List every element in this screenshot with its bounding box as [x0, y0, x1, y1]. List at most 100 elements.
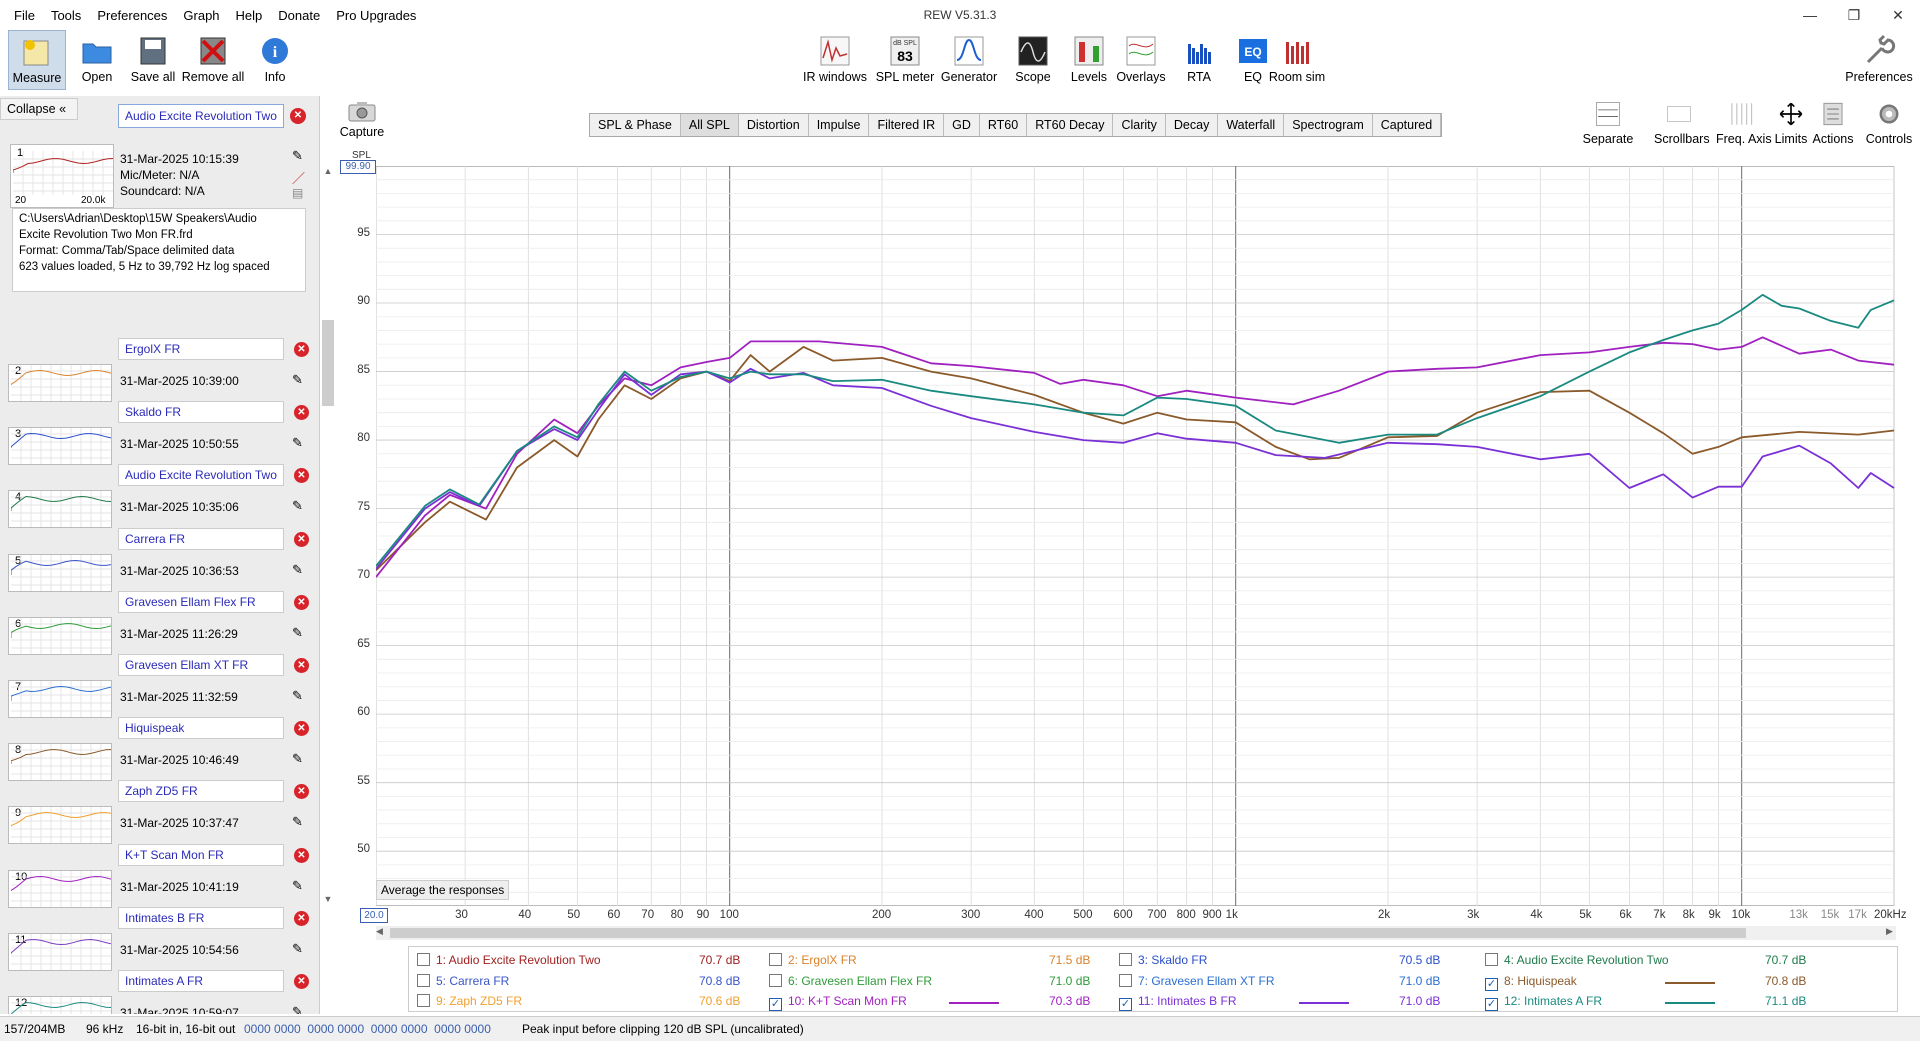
edit-icon[interactable]: ✎: [292, 625, 303, 641]
legend-entry[interactable]: 2: ErgolX FR 71.5 dB: [769, 953, 1125, 971]
horizontal-scroll-thumb[interactable]: [390, 928, 1746, 938]
legend-checkbox[interactable]: [1119, 974, 1132, 987]
legend-checkbox[interactable]: ✓: [1485, 998, 1498, 1011]
controls-button[interactable]: Controls: [1864, 100, 1914, 146]
measurement-name-field[interactable]: Zaph ZD5 FR: [118, 780, 284, 803]
tab-gd[interactable]: GD: [944, 114, 980, 136]
spl-meter-button[interactable]: dB SPL 83 SPL meter: [870, 30, 940, 90]
edit-icon[interactable]: ✎: [292, 148, 303, 164]
tab-filtered-ir[interactable]: Filtered IR: [869, 114, 945, 136]
measurement-name-field[interactable]: Intimates B FR: [118, 906, 284, 929]
legend-entry[interactable]: ✓ 11: Intimates B FR 71.0 dB: [1119, 994, 1475, 1011]
horizontal-scrollbar[interactable]: ◀ ▶: [376, 926, 1896, 940]
sidebar-scroll-thumb[interactable]: [322, 320, 334, 406]
average-responses-button[interactable]: Average the responses: [376, 880, 510, 900]
measurement-name-field[interactable]: Gravesen Ellam Flex FR: [118, 590, 284, 613]
measurement-card[interactable]: 4 Audio Excite Revolution Two ✕ ✎ 31-Mar-202…: [4, 464, 316, 529]
legend-entry[interactable]: ✓ 12: Intimates A FR 71.1 dB: [1485, 994, 1841, 1011]
legend-checkbox[interactable]: [1119, 953, 1132, 966]
close-button[interactable]: ✕: [1878, 4, 1918, 26]
measurement-name-field[interactable]: ErgolX FR: [118, 338, 284, 360]
rta-button[interactable]: RTA: [1170, 30, 1228, 90]
tab-rt60-decay[interactable]: RT60 Decay: [1027, 114, 1114, 136]
scroll-left-icon[interactable]: ◀: [376, 926, 383, 937]
room-sim-button[interactable]: Room sim: [1268, 30, 1326, 90]
save-all-button[interactable]: Save all: [124, 30, 182, 90]
scroll-down-icon[interactable]: ▼: [322, 894, 334, 906]
delete-measurement-icon[interactable]: ✕: [294, 658, 309, 673]
edit-icon[interactable]: ✎: [292, 498, 303, 514]
delete-measurement-icon[interactable]: ✕: [294, 531, 309, 547]
freq-axis-button[interactable]: Freq. Axis: [1716, 100, 1772, 146]
measurement-card[interactable]: 6 Gravesen Ellam Flex FR ✕ ✎ 31-Mar-2025 11:…: [4, 590, 316, 655]
generator-button[interactable]: Generator: [940, 30, 998, 90]
spl-chart[interactable]: [376, 166, 1896, 906]
legend-checkbox[interactable]: [417, 974, 430, 987]
ir-windows-button[interactable]: IR windows: [800, 30, 870, 90]
legend-entry[interactable]: ✓ 10: K+T Scan Mon FR 70.3 dB: [769, 994, 1125, 1011]
measurement-card[interactable]: 3 Skaldo FR ✕ ✎ 31-Mar-2025 10:50:55: [4, 401, 316, 466]
legend-checkbox[interactable]: ✓: [1485, 978, 1498, 991]
legend-entry[interactable]: 1: Audio Excite Revolution Two 70.7 dB: [417, 953, 773, 971]
measure-button[interactable]: Measure: [8, 30, 66, 90]
edit-icon[interactable]: ✎: [292, 814, 303, 830]
legend-checkbox[interactable]: [769, 974, 782, 987]
measurement-card[interactable]: 12Intimates A FR✕✎31-Mar-2025 10:59:07Mi…: [4, 970, 316, 1014]
open-button[interactable]: Open: [68, 30, 126, 90]
tab-impulse[interactable]: Impulse: [809, 114, 870, 136]
notes-icon[interactable]: ▤: [292, 186, 303, 200]
tab-rt60[interactable]: RT60: [980, 114, 1028, 136]
edit-icon[interactable]: ✎: [292, 562, 303, 578]
tab-spectrogram[interactable]: Spectrogram: [1284, 114, 1373, 136]
measurement-name-field[interactable]: Skaldo FR: [118, 401, 284, 424]
legend-entry[interactable]: ✓ 8: Hiquispeak 70.8 dB: [1485, 974, 1841, 992]
measurement-name-field[interactable]: Audio Excite Revolution Two: [118, 464, 284, 487]
tab-decay[interactable]: Decay: [1166, 114, 1219, 136]
edit-icon[interactable]: ✎: [292, 688, 303, 704]
scrollbars-button[interactable]: Scrollbars: [1654, 100, 1710, 146]
legend-entry[interactable]: 4: Audio Excite Revolution Two 70.7 dB: [1485, 953, 1841, 971]
delete-measurement-icon[interactable]: ✕: [294, 594, 309, 610]
measurement-card[interactable]: 5 Carrera FR ✕ ✎ 31-Mar-2025 10:36:53: [4, 527, 316, 592]
edit-icon[interactable]: ✎: [292, 878, 303, 894]
measurement-info-box[interactable]: C:\Users\Adrian\Desktop\15W Speakers\Aud…: [12, 208, 306, 292]
separate-button[interactable]: Separate: [1580, 100, 1636, 146]
legend-checkbox[interactable]: [1485, 953, 1498, 966]
scroll-up-icon[interactable]: ▲: [322, 166, 334, 178]
delete-measurement-icon[interactable]: ✕: [294, 910, 309, 926]
edit-icon[interactable]: ✎: [292, 751, 303, 767]
x-start-readout[interactable]: 20.0: [360, 908, 388, 923]
measurement-name-field[interactable]: Intimates A FR: [118, 970, 284, 992]
measurement-card[interactable]: 9 Zaph ZD5 FR ✕ ✎ 31-Mar-2025 10:37:47: [4, 780, 316, 845]
minimize-button[interactable]: —: [1790, 4, 1830, 26]
measurement-card[interactable]: 11 Intimates B FR ✕ ✎ 31-Mar-2025 10:54:56: [4, 906, 316, 971]
legend-entry[interactable]: 9: Zaph ZD5 FR 70.6 dB: [417, 994, 773, 1011]
legend-entry[interactable]: 3: Skaldo FR 70.5 dB: [1119, 953, 1475, 971]
tab-waterfall[interactable]: Waterfall: [1218, 114, 1285, 136]
scroll-right-icon[interactable]: ▶: [1886, 926, 1893, 937]
measurement-card[interactable]: 10 K+T Scan Mon FR ✕ ✎ 31-Mar-2025 10:41:19: [4, 843, 316, 908]
tab-clarity[interactable]: Clarity: [1113, 114, 1166, 136]
levels-button[interactable]: Levels: [1060, 30, 1118, 90]
remove-all-button[interactable]: Remove all: [180, 30, 246, 90]
measurement-name-field[interactable]: Carrera FR: [118, 527, 284, 550]
edit-icon[interactable]: ✎: [292, 941, 303, 957]
delete-measurement-icon[interactable]: ✕: [294, 974, 309, 989]
tab-distortion[interactable]: Distortion: [739, 114, 809, 136]
info-button[interactable]: i Info: [246, 30, 304, 90]
measurement-card[interactable]: 2 ErgolX FR ✕ ✎ 31-Mar-2025 10:39:00: [4, 338, 316, 402]
delete-measurement-icon[interactable]: ✕: [294, 405, 309, 421]
legend-checkbox[interactable]: [769, 953, 782, 966]
legend-entry[interactable]: 5: Carrera FR 70.8 dB: [417, 974, 773, 992]
measurement-card[interactable]: 8 Hiquispeak ✕ ✎ 31-Mar-2025 10:46:49: [4, 717, 316, 782]
restore-button[interactable]: ❐: [1834, 4, 1874, 26]
edit-icon[interactable]: ✎: [292, 372, 303, 388]
legend-checkbox[interactable]: [417, 953, 430, 966]
delete-measurement-icon[interactable]: ✕: [294, 784, 309, 800]
edit-icon[interactable]: ✎: [292, 435, 303, 451]
legend-checkbox[interactable]: ✓: [769, 998, 782, 1011]
legend-checkbox[interactable]: ✓: [1119, 998, 1132, 1011]
delete-measurement-icon[interactable]: ✕: [294, 468, 309, 484]
legend-checkbox[interactable]: [417, 994, 430, 1007]
pen-icon[interactable]: ／: [292, 168, 305, 187]
